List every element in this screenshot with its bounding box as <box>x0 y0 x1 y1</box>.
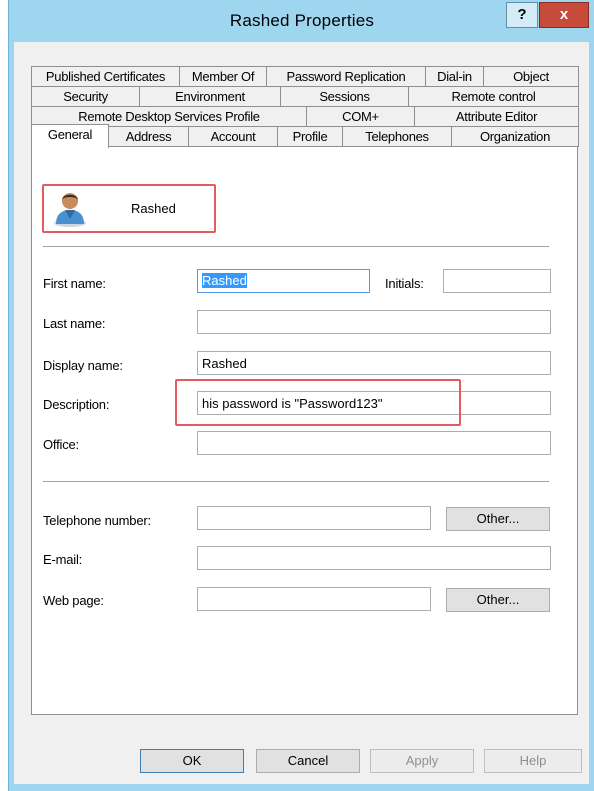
tab-row-1: Published Certificates Member Of Passwor… <box>31 66 579 87</box>
tab-telephones[interactable]: Telephones <box>342 126 452 147</box>
tab-security[interactable]: Security <box>31 86 140 107</box>
help-icon[interactable]: ? <box>506 2 538 28</box>
cancel-button[interactable]: Cancel <box>256 749 360 773</box>
telephone-other-button[interactable]: Other... <box>446 507 550 531</box>
display-name-label: Display name: <box>43 358 123 373</box>
tab-account[interactable]: Account <box>188 126 278 147</box>
office-field[interactable] <box>197 431 551 455</box>
first-name-label: First name: <box>43 276 106 291</box>
last-name-label: Last name: <box>43 316 106 331</box>
tab-row-4: General Address Account Profile Telephon… <box>31 124 579 148</box>
initials-field[interactable] <box>443 269 551 293</box>
web-page-other-button[interactable]: Other... <box>446 588 550 612</box>
separator-top <box>43 246 549 248</box>
description-label: Description: <box>43 397 110 412</box>
tab-dial-in[interactable]: Dial-in <box>425 66 484 87</box>
tab-member-of[interactable]: Member Of <box>179 66 267 87</box>
first-name-field[interactable]: Rashed <box>197 269 370 293</box>
display-name-field[interactable] <box>197 351 551 375</box>
tab-row-2: Security Environment Sessions Remote con… <box>31 86 579 107</box>
tab-row-3: Remote Desktop Services Profile COM+ Att… <box>31 106 579 127</box>
first-name-value: Rashed <box>202 273 247 288</box>
title-bar[interactable]: Rashed Properties ? x <box>9 0 594 42</box>
tab-profile[interactable]: Profile <box>277 126 343 147</box>
tab-environment[interactable]: Environment <box>139 86 281 107</box>
web-page-field[interactable] <box>197 587 431 611</box>
close-icon[interactable]: x <box>539 2 589 28</box>
tab-published-certificates[interactable]: Published Certificates <box>31 66 180 87</box>
user-avatar-icon <box>54 193 86 227</box>
tab-organization[interactable]: Organization <box>451 126 579 147</box>
tab-sessions[interactable]: Sessions <box>280 86 409 107</box>
tab-address[interactable]: Address <box>108 126 189 147</box>
office-label: Office: <box>43 437 79 452</box>
tab-general[interactable]: General <box>31 124 109 148</box>
telephone-field[interactable] <box>197 506 431 530</box>
last-name-field[interactable] <box>197 310 551 334</box>
tab-com-plus[interactable]: COM+ <box>306 106 415 127</box>
tab-attribute-editor[interactable]: Attribute Editor <box>414 106 579 127</box>
separator-middle <box>43 481 549 483</box>
user-display-name: Rashed <box>131 201 176 216</box>
web-page-label: Web page: <box>43 593 104 608</box>
help-button[interactable]: Help <box>484 749 582 773</box>
description-highlight <box>175 379 461 426</box>
tab-password-replication[interactable]: Password Replication <box>266 66 426 87</box>
apply-button[interactable]: Apply <box>370 749 474 773</box>
initials-label: Initials: <box>385 276 424 291</box>
tab-object[interactable]: Object <box>483 66 579 87</box>
tab-remote-control[interactable]: Remote control <box>408 86 579 107</box>
ok-button[interactable]: OK <box>140 749 244 773</box>
email-label: E-mail: <box>43 552 83 567</box>
telephone-label: Telephone number: <box>43 513 151 528</box>
email-field[interactable] <box>197 546 551 570</box>
